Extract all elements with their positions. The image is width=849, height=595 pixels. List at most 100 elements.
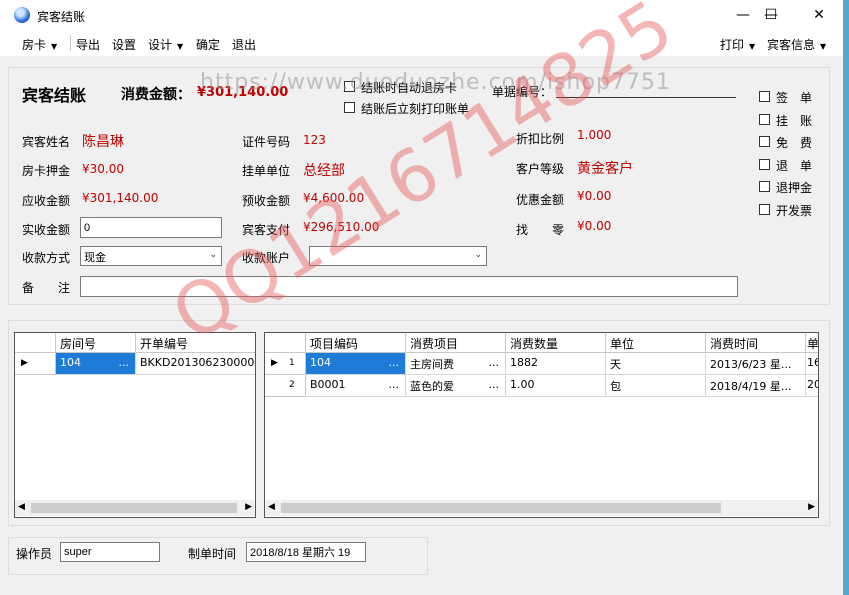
option-label: 挂 账 xyxy=(776,114,813,128)
chevron-down-icon: ▼ xyxy=(749,42,756,51)
chevron-down-icon: ▼ xyxy=(51,42,58,51)
operator-input[interactable] xyxy=(60,542,160,562)
operator-label: 操作员 xyxy=(16,547,53,561)
scroll-right-icon: ▶ xyxy=(808,502,815,512)
option-label: 退 单 xyxy=(776,159,813,173)
chevron-down-icon: ⌄ xyxy=(474,250,482,260)
option-label: 退押金 xyxy=(776,181,813,195)
discount-amount-label: 优惠金额 xyxy=(516,193,565,207)
row-pointer-icon: ▶ xyxy=(21,358,28,368)
maximize-button[interactable]: ☐ xyxy=(748,0,794,30)
option-checkbox[interactable] xyxy=(759,159,770,170)
chevron-down-icon: ▼ xyxy=(820,42,827,51)
item-name-cell[interactable]: 蓝色的爱... xyxy=(406,375,506,397)
menu-separator xyxy=(70,35,71,51)
scroll-right-icon: ▶ xyxy=(245,502,252,512)
option-checkbox[interactable] xyxy=(759,181,770,192)
close-button[interactable]: ✕ xyxy=(796,0,842,30)
actual-label: 实收金额 xyxy=(22,223,71,237)
deposit-label: 房卡押金 xyxy=(22,164,71,178)
time-cell[interactable]: 2013/6/23 星... xyxy=(706,353,806,375)
scroll-thumb[interactable] xyxy=(31,503,237,513)
col-item-code[interactable]: 项目编码 xyxy=(306,333,406,353)
guest-name-value: 陈昌琳 xyxy=(82,134,124,150)
window-title: 宾客结账 xyxy=(37,10,86,24)
page-title: 宾客结账 xyxy=(22,86,87,105)
chevron-down-icon: ⌄ xyxy=(209,250,217,260)
item-code-cell[interactable]: B0001... xyxy=(306,375,406,397)
receivable-label: 应收金额 xyxy=(22,194,71,208)
col-quantity[interactable]: 消费数量 xyxy=(506,333,606,353)
col-extra[interactable]: 单 xyxy=(806,333,818,353)
menu-settings[interactable]: 设置 xyxy=(112,36,136,53)
room-grid[interactable]: 房间号 开单编号 ▶ 104... BKKD201306230000... ◀ … xyxy=(14,332,256,518)
print-after-checkbox[interactable] xyxy=(344,102,355,113)
pay-method-select[interactable]: 现金 ⌄ xyxy=(80,246,222,266)
item-code-cell[interactable]: 104... xyxy=(306,353,406,375)
bill-no-cell[interactable]: BKKD201306230000... xyxy=(136,353,255,375)
scroll-thumb[interactable] xyxy=(281,503,721,513)
time-cell[interactable]: 2018/4/19 星... xyxy=(706,375,806,397)
quantity-cell[interactable]: 1.00 xyxy=(506,375,606,397)
id-no-label: 证件号码 xyxy=(242,135,291,149)
row-pointer-icon: ▶ xyxy=(271,358,278,368)
extra-cell[interactable]: 16 xyxy=(806,353,818,375)
item-name-cell[interactable]: 主房间费... xyxy=(406,353,506,375)
menu-room-card[interactable]: 房卡 ▼ xyxy=(22,36,57,53)
col-unit[interactable]: 单位 xyxy=(606,333,706,353)
background-window-edge xyxy=(843,0,849,595)
col-bill-no[interactable]: 开单编号 xyxy=(136,333,255,353)
item-grid[interactable]: 项目编码 消费项目 消费数量 单位 消费时间 单 ▶ 1 104... 主房间费.… xyxy=(264,332,819,518)
menu-exit[interactable]: 退出 xyxy=(232,36,256,53)
unit-cell[interactable]: 天 xyxy=(606,353,706,375)
chevron-down-icon: ▼ xyxy=(177,42,184,51)
col-time[interactable]: 消费时间 xyxy=(706,333,806,353)
row-header[interactable]: ▶ xyxy=(15,353,56,375)
receivable-value: ¥301,140.00 xyxy=(82,191,159,205)
actual-amount-input[interactable] xyxy=(80,217,222,238)
row-header[interactable]: ▶ 1 xyxy=(265,353,306,375)
scroll-left-icon: ◀ xyxy=(18,502,25,512)
option-checkbox[interactable] xyxy=(759,91,770,102)
scroll-left-icon: ◀ xyxy=(268,502,275,512)
option-label: 免 费 xyxy=(776,136,813,150)
grid-corner xyxy=(15,333,56,353)
app-icon xyxy=(14,7,30,23)
menu-export[interactable]: 导出 xyxy=(76,36,100,53)
option-label: 开发票 xyxy=(776,204,813,218)
prepaid-value: ¥4,600.00 xyxy=(303,191,365,205)
account-select[interactable]: ⌄ xyxy=(309,246,487,266)
account-label: 收款账户 xyxy=(242,251,291,265)
remark-label: 备 注 xyxy=(22,281,71,295)
option-checkbox[interactable] xyxy=(759,136,770,147)
item-grid-scrollbar[interactable]: ◀ ▶ xyxy=(265,500,818,516)
time-input[interactable] xyxy=(246,542,366,562)
quantity-cell[interactable]: 1882 xyxy=(506,353,606,375)
room-no-cell[interactable]: 104... xyxy=(56,353,136,375)
option-checkbox[interactable] xyxy=(759,114,770,125)
level-label: 客户等级 xyxy=(516,162,565,176)
url-watermark: https://www.duoduozhe.com/ishop7751 xyxy=(200,70,671,95)
prepaid-label: 预收金额 xyxy=(242,194,291,208)
guest-pay-value: ¥296,510.00 xyxy=(303,220,380,234)
menu-print[interactable]: 打印 ▼ xyxy=(720,36,755,53)
col-item-name[interactable]: 消费项目 xyxy=(406,333,506,353)
extra-cell[interactable]: 20 xyxy=(806,375,818,397)
menu-confirm[interactable]: 确定 xyxy=(196,36,220,53)
discount-value: 1.000 xyxy=(577,128,612,142)
discount-amount-value: ¥0.00 xyxy=(577,189,612,203)
row-header[interactable]: 2 xyxy=(265,375,306,397)
discount-label: 折扣比例 xyxy=(516,132,565,146)
print-after-label: 结账后立刻打印账单 xyxy=(361,102,470,116)
unit-cell[interactable]: 包 xyxy=(606,375,706,397)
room-grid-scrollbar[interactable]: ◀ ▶ xyxy=(15,500,255,516)
option-checkbox[interactable] xyxy=(759,204,770,215)
unit-value: 总经部 xyxy=(303,163,345,179)
col-room-no[interactable]: 房间号 xyxy=(56,333,136,353)
menu-design[interactable]: 设计 ▼ xyxy=(148,36,183,53)
time-label: 制单时间 xyxy=(188,547,237,561)
guest-name-label: 宾客姓名 xyxy=(22,135,71,149)
remark-input[interactable] xyxy=(80,276,738,297)
menu-guest-info[interactable]: 宾客信息 ▼ xyxy=(767,36,826,53)
bill-no-field[interactable] xyxy=(556,97,736,98)
